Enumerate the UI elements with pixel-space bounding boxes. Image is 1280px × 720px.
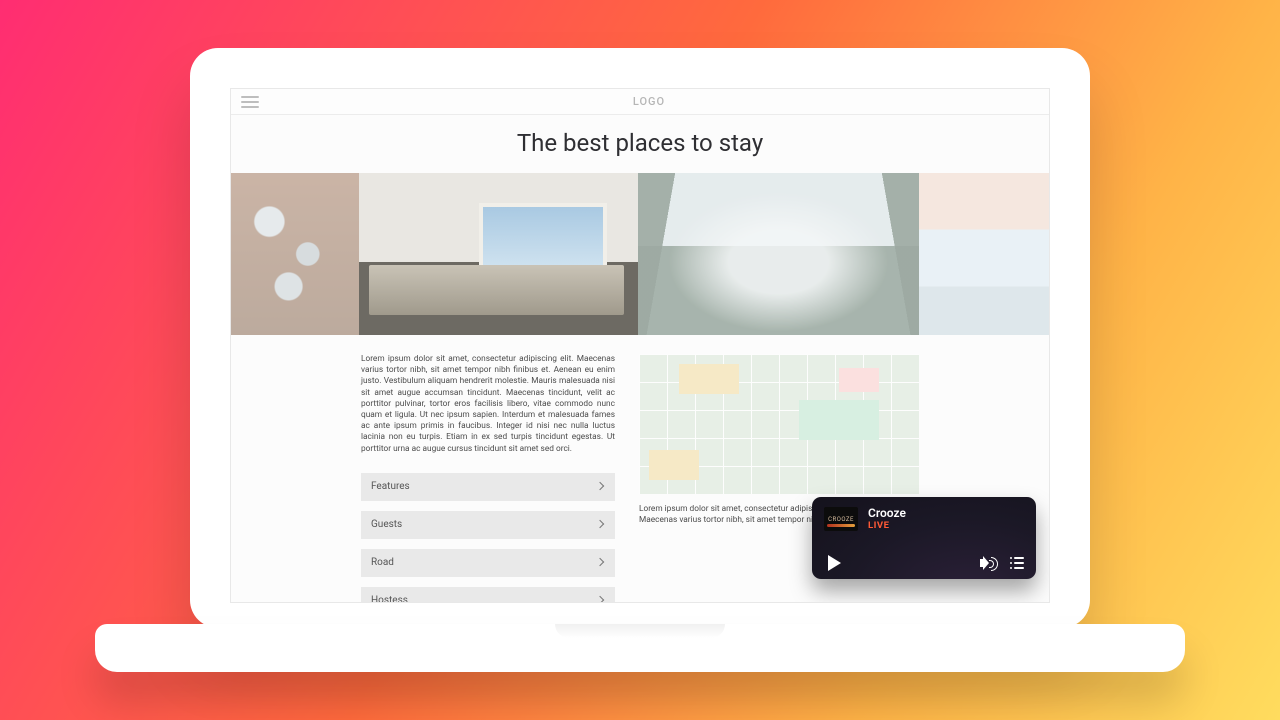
- laptop-mockup: LOGO The best places to stay Lorem ipsum…: [190, 48, 1090, 672]
- menu-icon[interactable]: [241, 96, 259, 108]
- accordion-label: Guests: [371, 519, 402, 530]
- player-artwork: CROOZE: [824, 507, 858, 531]
- logo-text: LOGO: [259, 95, 1039, 108]
- player-live-badge: LIVE: [868, 520, 906, 531]
- page-title: The best places to stay: [231, 115, 1049, 173]
- accordion-label: Features: [371, 481, 410, 492]
- description-text: Lorem ipsum dolor sit amet, consectetur …: [361, 354, 615, 455]
- play-icon[interactable]: [828, 555, 841, 571]
- accordion-item-guests[interactable]: Guests: [361, 511, 615, 539]
- accordion-item-features[interactable]: Features: [361, 473, 615, 501]
- player-info-row: CROOZE Crooze LIVE: [824, 507, 1024, 531]
- artwork-brand-text: CROOZE: [828, 516, 854, 523]
- accordion-item-hostess[interactable]: Hostess: [361, 587, 615, 603]
- chevron-right-icon: [595, 596, 605, 603]
- chevron-right-icon: [595, 558, 605, 568]
- accordion: Features Guests Road Hostess: [361, 473, 615, 603]
- accordion-item-road[interactable]: Road: [361, 549, 615, 577]
- site-header: LOGO: [231, 89, 1049, 115]
- map-view[interactable]: [639, 354, 919, 494]
- carousel-slide[interactable]: [919, 173, 1049, 335]
- accordion-label: Road: [371, 557, 394, 568]
- audio-player-widget[interactable]: CROOZE Crooze LIVE: [812, 497, 1036, 579]
- carousel-slide[interactable]: [231, 173, 359, 335]
- website-screen: LOGO The best places to stay Lorem ipsum…: [230, 88, 1050, 603]
- chevron-right-icon: [595, 520, 605, 530]
- carousel-slide[interactable]: [638, 173, 919, 335]
- content-left-column: Lorem ipsum dolor sit amet, consectetur …: [361, 354, 615, 603]
- carousel-slide-active[interactable]: [359, 173, 638, 335]
- player-station-name: Crooze: [868, 507, 906, 520]
- laptop-base: [95, 624, 1185, 672]
- player-controls-row: [824, 555, 1024, 571]
- laptop-lid: LOGO The best places to stay Lorem ipsum…: [190, 48, 1090, 628]
- accordion-label: Hostess: [371, 595, 408, 603]
- image-carousel[interactable]: [231, 173, 1049, 335]
- chevron-right-icon: [595, 482, 605, 492]
- playlist-icon[interactable]: [1010, 557, 1024, 569]
- volume-icon[interactable]: [980, 556, 996, 570]
- player-meta: Crooze LIVE: [868, 507, 906, 531]
